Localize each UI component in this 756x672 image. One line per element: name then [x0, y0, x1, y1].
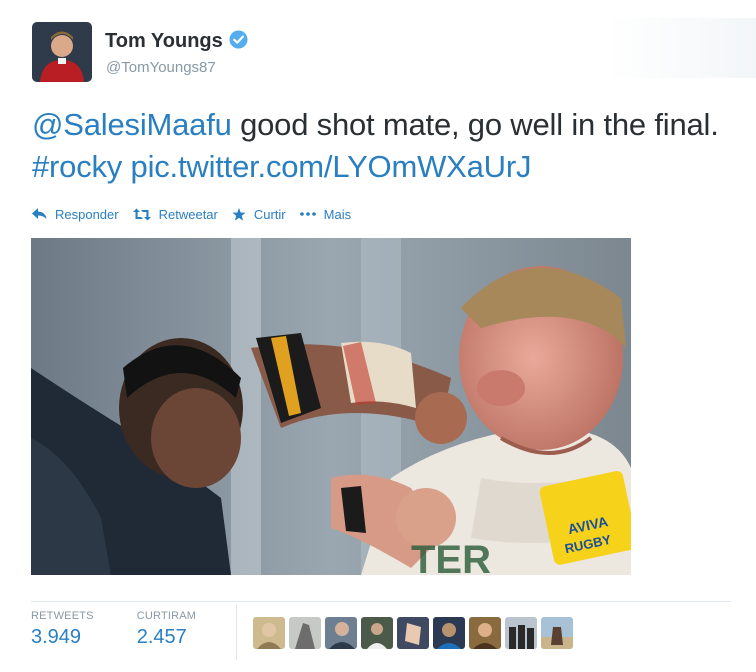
favorites-count: 2.457	[136, 626, 187, 648]
reply-button[interactable]: Responder	[32, 207, 119, 222]
reply-icon	[32, 208, 47, 219]
favoriter-avatar-7[interactable]	[469, 617, 501, 649]
retweets-stat[interactable]: RETWEETS 3.949	[31, 610, 94, 649]
more-label: Mais	[323, 206, 352, 222]
favoriter-avatar-3[interactable]	[325, 617, 357, 649]
reply-label: Responder	[55, 206, 119, 222]
stats-vertical-divider	[236, 604, 237, 660]
author-handle[interactable]: @TomYoungs87	[106, 59, 216, 76]
favoriter-avatar-8[interactable]	[505, 617, 537, 649]
mention-link[interactable]: @SalesiMaafu	[32, 107, 232, 142]
favoriter-avatar-5[interactable]	[397, 617, 429, 649]
media-link[interactable]: pic.twitter.com/LYOmWXaUrJ	[131, 149, 532, 184]
more-button[interactable]: Mais	[299, 206, 352, 222]
favorites-stat[interactable]: CURTIRAM 2.457	[137, 610, 196, 649]
favorite-button[interactable]: Curtir	[232, 207, 286, 222]
retweet-button[interactable]: Retweetar	[132, 206, 218, 222]
tweet-stats: RETWEETS 3.949 CURTIRAM 2.457	[31, 610, 239, 649]
hashtag-link[interactable]: #rocky	[32, 149, 122, 184]
favoriter-avatar-9[interactable]	[541, 617, 573, 649]
retweets-count: 3.949	[31, 626, 82, 648]
follow-area-shade	[606, 18, 756, 78]
favoriter-avatar-6[interactable]	[433, 617, 465, 649]
favoriter-avatars	[253, 617, 577, 649]
tweet-text: @SalesiMaafu good shot mate, go well in …	[32, 104, 732, 188]
star-icon	[232, 207, 246, 221]
tweet-actions: Responder Retweetar Curtir Mais	[32, 204, 365, 224]
favoriter-avatar-4[interactable]	[361, 617, 393, 649]
favorites-label: CURTIRAM	[136, 610, 197, 622]
favoriter-avatar-1[interactable]	[253, 617, 285, 649]
favoriter-avatar-2[interactable]	[289, 617, 321, 649]
retweet-label: Retweetar	[158, 206, 218, 222]
more-dots-icon	[299, 212, 316, 216]
author-avatar[interactable]	[32, 22, 92, 82]
stats-divider	[31, 601, 731, 602]
author-name[interactable]: Tom Youngs	[105, 30, 248, 53]
verified-badge-icon	[229, 30, 248, 49]
rugby-photo-image: AVIVA RUGBY TER	[31, 238, 631, 575]
retweet-icon	[132, 208, 151, 220]
favorite-label: Curtir	[253, 206, 286, 222]
retweets-label: RETWEETS	[31, 610, 94, 622]
tweet-body: good shot mate, go well in the final.	[231, 107, 719, 142]
svg-text:TER: TER	[411, 538, 491, 575]
author-name-text[interactable]: Tom Youngs	[105, 30, 223, 52]
tweet-photo[interactable]: AVIVA RUGBY TER	[31, 238, 631, 575]
